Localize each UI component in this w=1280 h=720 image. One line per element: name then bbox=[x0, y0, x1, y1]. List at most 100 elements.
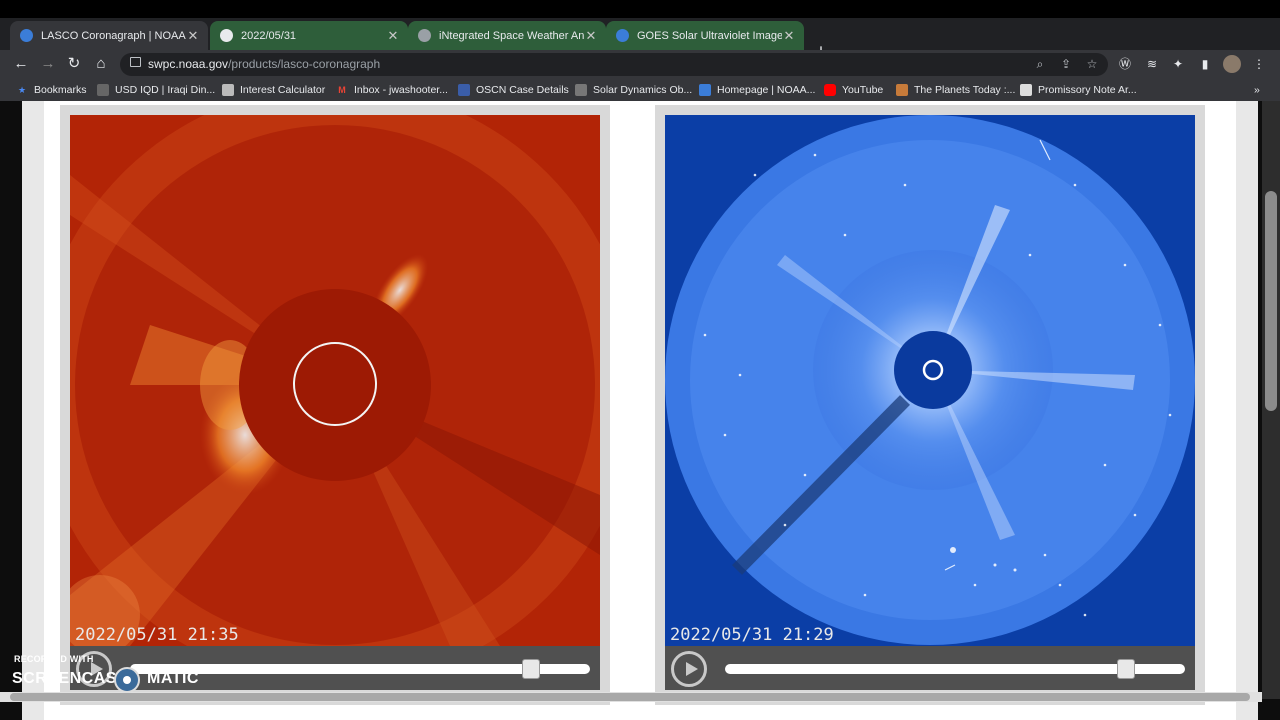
frame-timestamp: 2022/05/31 21:35 bbox=[75, 625, 239, 645]
url-path: /products/lasco-coronagraph bbox=[228, 57, 381, 71]
scrollbar-thumb[interactable] bbox=[1265, 191, 1277, 411]
noaa-icon bbox=[20, 29, 33, 42]
lock-icon bbox=[130, 57, 141, 67]
bookmark-star-icon[interactable]: ☆ bbox=[1084, 56, 1100, 72]
document-icon bbox=[1020, 84, 1032, 96]
coronagraph-red-graphic bbox=[70, 115, 600, 646]
bookmark-item[interactable]: OSCN Case Details bbox=[458, 83, 569, 97]
vertical-scrollbar[interactable] bbox=[1262, 101, 1280, 699]
tab-strip: LASCO Coronagraph | NOAA / N ✕ 2022/05/3… bbox=[0, 18, 1280, 61]
frame-slider-thumb[interactable] bbox=[522, 659, 540, 679]
close-icon[interactable]: ✕ bbox=[782, 28, 796, 44]
reload-icon: ↻ bbox=[67, 55, 81, 72]
tab-title: LASCO Coronagraph | NOAA / N bbox=[41, 29, 186, 42]
extensions-puzzle-icon[interactable]: ✦ bbox=[1169, 55, 1187, 73]
bookmarks-bar: ★ Bookmarks USD IQD | Iraqi Din... Intere… bbox=[0, 79, 1280, 101]
right-margin bbox=[1236, 101, 1258, 720]
satellite-icon bbox=[418, 29, 431, 42]
coronagraph-blue-graphic bbox=[665, 115, 1195, 646]
url-domain: swpc.noaa.gov bbox=[148, 57, 229, 71]
lasco-c3-panel: 2022/05/31 21:29 bbox=[655, 105, 1205, 705]
bookmark-label: Bookmarks bbox=[34, 84, 87, 96]
extension-w-icon[interactable]: Ⓦ bbox=[1116, 55, 1134, 73]
frame-slider[interactable] bbox=[725, 664, 1185, 674]
chart-icon bbox=[97, 84, 109, 96]
bookmark-item[interactable]: The Planets Today :... bbox=[896, 83, 1015, 97]
frame-slider[interactable] bbox=[130, 664, 590, 674]
frame-slider-thumb[interactable] bbox=[1117, 659, 1135, 679]
lasco-c2-image: 2022/05/31 21:35 bbox=[70, 115, 600, 646]
satellite-icon bbox=[575, 84, 587, 96]
watermark-part1: SCREENCAST bbox=[12, 670, 128, 687]
bookmark-item[interactable]: Homepage | NOAA... bbox=[699, 83, 815, 97]
bookmark-label: Homepage | NOAA... bbox=[717, 84, 816, 96]
planet-icon bbox=[896, 84, 908, 96]
extension-wave-icon[interactable]: ≋ bbox=[1143, 55, 1161, 73]
frame-timestamp: 2022/05/31 21:29 bbox=[670, 625, 834, 645]
screencast-logo-icon bbox=[114, 667, 140, 693]
arrow-right-icon: → bbox=[40, 55, 56, 72]
watermark-line1: RECORDED WITH bbox=[14, 654, 94, 664]
avatar[interactable] bbox=[1223, 55, 1241, 73]
arrow-left-icon: ← bbox=[13, 55, 29, 72]
bookmark-label: Solar Dynamics Ob... bbox=[593, 84, 693, 96]
bookmark-label: USD IQD | Iraqi Din... bbox=[115, 84, 216, 96]
tab-title: GOES Solar Ultraviolet Imager (S bbox=[637, 29, 782, 42]
youtube-icon bbox=[824, 84, 836, 96]
bookmark-label: Inbox - jwashooter... bbox=[354, 84, 448, 96]
lasco-c3-image: 2022/05/31 21:29 bbox=[665, 115, 1195, 646]
close-icon[interactable]: ✕ bbox=[584, 28, 598, 44]
watermark-part2: MATIC bbox=[147, 670, 199, 687]
left-margin bbox=[22, 101, 44, 720]
bookmark-item[interactable]: YouTube bbox=[824, 83, 883, 97]
playback-controls bbox=[665, 646, 1195, 690]
bookmark-item[interactable]: Promissory Note Ar... bbox=[1020, 83, 1137, 97]
address-bar[interactable]: swpc.noaa.gov/products/lasco-coronagraph… bbox=[120, 53, 1108, 76]
bookmark-item[interactable]: ★ Bookmarks bbox=[16, 83, 87, 97]
home-button[interactable]: ⌂ bbox=[91, 54, 111, 74]
bookmark-item[interactable]: M Inbox - jwashooter... bbox=[336, 83, 448, 97]
bookmarks-overflow-button[interactable]: » bbox=[1254, 83, 1260, 97]
url-text[interactable]: swpc.noaa.gov/products/lasco-coronagraph bbox=[148, 57, 380, 71]
bookmark-item[interactable]: Solar Dynamics Ob... bbox=[575, 83, 692, 97]
sidepanel-icon[interactable]: ▮ bbox=[1196, 55, 1214, 73]
tab-date[interactable]: 2022/05/31 ✕ bbox=[210, 21, 408, 50]
horizontal-scrollbar[interactable] bbox=[0, 692, 1262, 702]
bookmark-item[interactable]: Interest Calculator bbox=[222, 83, 325, 97]
window-top-edge bbox=[0, 0, 1280, 18]
gmail-icon: M bbox=[338, 85, 346, 95]
page-background: 2022/05/31 21:35 2022/05/31 21:29 bbox=[22, 101, 1258, 720]
shield-icon bbox=[458, 84, 470, 96]
reload-button[interactable]: ↻ bbox=[64, 54, 84, 74]
browser-toolbar: ← → ↻ ⌂ swpc.noaa.gov/products/lasco-cor… bbox=[0, 50, 1280, 79]
lasco-c2-panel: 2022/05/31 21:35 bbox=[60, 105, 610, 705]
star-icon: ★ bbox=[17, 85, 27, 95]
close-icon[interactable]: ✕ bbox=[386, 28, 400, 44]
tab-goes[interactable]: GOES Solar Ultraviolet Imager (S ✕ bbox=[606, 21, 804, 50]
tab-isw[interactable]: iNtegrated Space Weather Analy ✕ bbox=[408, 21, 606, 50]
play-button[interactable] bbox=[671, 651, 707, 687]
bookmark-label: Interest Calculator bbox=[240, 84, 326, 96]
home-icon: ⌂ bbox=[96, 55, 106, 72]
forward-button[interactable]: → bbox=[38, 54, 58, 74]
chevron-double-right-icon: » bbox=[1254, 84, 1260, 96]
back-button[interactable]: ← bbox=[11, 54, 31, 74]
globe-icon bbox=[220, 29, 233, 42]
close-icon[interactable]: ✕ bbox=[186, 28, 200, 44]
horizontal-scrollbar-thumb[interactable] bbox=[10, 693, 1250, 701]
tab-title: iNtegrated Space Weather Analy bbox=[439, 29, 584, 42]
bookmark-item[interactable]: USD IQD | Iraqi Din... bbox=[97, 83, 215, 97]
bookmark-label: The Planets Today :... bbox=[914, 84, 1016, 96]
tab-title: 2022/05/31 bbox=[241, 29, 297, 42]
zoom-icon[interactable]: ⌕ bbox=[1032, 56, 1048, 72]
tab-lasco[interactable]: LASCO Coronagraph | NOAA / N ✕ bbox=[10, 21, 208, 50]
noaa-icon bbox=[699, 84, 711, 96]
menu-kebab-icon[interactable]: ⋮ bbox=[1250, 55, 1268, 73]
bookmark-label: Promissory Note Ar... bbox=[1038, 84, 1137, 96]
share-icon[interactable]: ⇪ bbox=[1058, 56, 1074, 72]
calculator-icon bbox=[222, 84, 234, 96]
page-content: 2022/05/31 21:35 2022/05/31 21:29 bbox=[0, 101, 1280, 720]
bookmark-label: OSCN Case Details bbox=[476, 84, 569, 96]
noaa-icon bbox=[616, 29, 629, 42]
bookmark-label: YouTube bbox=[842, 84, 884, 96]
